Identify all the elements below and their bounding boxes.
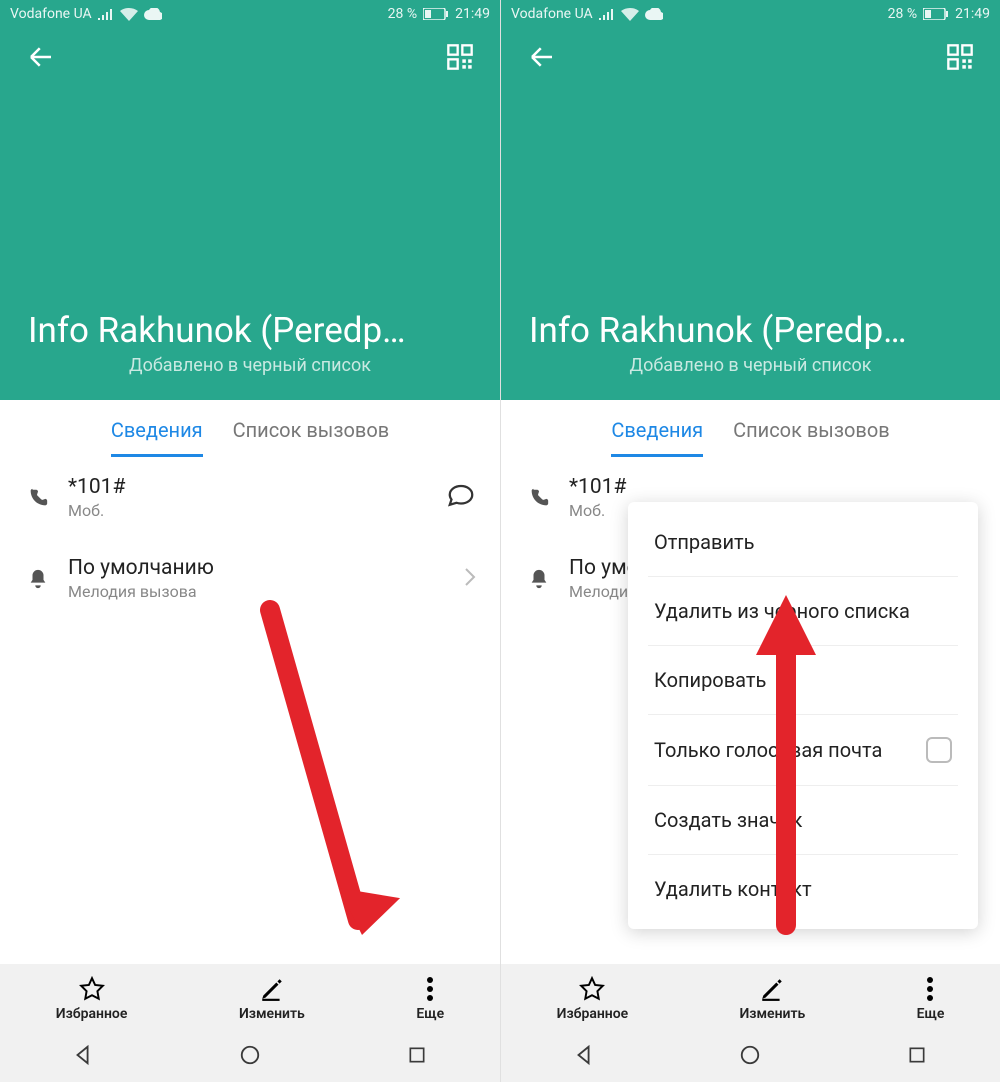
tab-bar: Сведения Список вызовов xyxy=(0,400,500,457)
phone-row[interactable]: *101# Моб. xyxy=(0,457,500,538)
tab-call-log[interactable]: Список вызовов xyxy=(233,418,390,457)
nav-back-icon[interactable] xyxy=(69,1041,97,1069)
contact-header: Info Rakhunok (Peredp… Добавлено в черны… xyxy=(0,28,500,400)
wifi-icon xyxy=(120,8,138,21)
blacklist-subtitle: Добавлено в черный список xyxy=(529,355,972,376)
bottom-action-bar: Избранное Изменить Еще xyxy=(501,964,1000,1028)
back-icon[interactable] xyxy=(26,42,56,76)
favorite-button[interactable]: Избранное xyxy=(56,976,128,1022)
popup-send-label: Отправить xyxy=(654,530,755,554)
clock: 21:49 xyxy=(455,6,490,22)
signal-icon xyxy=(98,8,114,20)
android-nav-bar xyxy=(0,1028,500,1082)
popup-copy-label: Копировать xyxy=(654,668,766,692)
nav-back-icon[interactable] xyxy=(570,1041,598,1069)
pencil-icon xyxy=(759,976,785,1002)
ringtone-sub: Мелодия вызова xyxy=(68,582,448,601)
tab-details[interactable]: Сведения xyxy=(611,418,703,457)
message-icon[interactable] xyxy=(446,481,476,515)
nav-home-icon[interactable] xyxy=(236,1041,264,1069)
more-label: Еще xyxy=(917,1006,945,1022)
android-nav-bar xyxy=(501,1028,1000,1082)
popup-remove-blacklist[interactable]: Удалить из черного списка xyxy=(628,577,978,645)
voicemail-checkbox[interactable] xyxy=(926,737,952,763)
nav-home-icon[interactable] xyxy=(736,1041,764,1069)
battery-icon xyxy=(423,8,449,20)
phone-icon xyxy=(525,487,553,509)
details-content: *101# Моб. По умолчанию Мелодия вызова xyxy=(0,457,500,964)
qr-icon[interactable] xyxy=(946,43,974,75)
favorite-label: Избранное xyxy=(557,1006,629,1022)
popup-voicemail-only[interactable]: Только голосовая почта xyxy=(628,715,978,785)
nav-recent-icon[interactable] xyxy=(403,1041,431,1069)
bell-icon xyxy=(24,568,52,590)
blacklist-subtitle: Добавлено в черный список xyxy=(28,355,472,376)
status-bar: Vodafone UA 28 % 21:49 xyxy=(0,0,500,28)
popup-create-shortcut-label: Создать значок xyxy=(654,808,802,832)
carrier-label: Vodafone UA xyxy=(10,6,92,22)
tab-bar: Сведения Список вызовов xyxy=(501,400,1000,457)
battery-pct: 28 % xyxy=(388,6,417,22)
battery-pct: 28 % xyxy=(888,6,917,22)
clock: 21:49 xyxy=(955,6,990,22)
qr-icon[interactable] xyxy=(446,43,474,75)
signal-icon xyxy=(599,8,615,20)
nav-recent-icon[interactable] xyxy=(903,1041,931,1069)
popup-voicemail-label: Только голосовая почта xyxy=(654,738,882,762)
more-popup-menu: Отправить Удалить из черного списка Копи… xyxy=(628,502,978,929)
favorite-button[interactable]: Избранное xyxy=(557,976,629,1022)
favorite-label: Избранное xyxy=(56,1006,128,1022)
phone-screen-right: Vodafone UA 28 % 21:49 xyxy=(500,0,1000,1082)
popup-remove-blacklist-label: Удалить из черного списка xyxy=(654,599,910,623)
phone-number: *101# xyxy=(68,475,430,499)
wifi-icon xyxy=(621,8,639,21)
phone-type: Моб. xyxy=(68,501,430,520)
cloud-icon xyxy=(144,8,162,20)
status-bar: Vodafone UA 28 % 21:49 xyxy=(501,0,1000,28)
more-label: Еще xyxy=(416,1006,444,1022)
popup-send[interactable]: Отправить xyxy=(628,508,978,576)
tab-details[interactable]: Сведения xyxy=(111,418,203,457)
more-vertical-icon xyxy=(426,976,434,1002)
carrier-label: Vodafone UA xyxy=(511,6,593,22)
cloud-icon xyxy=(645,8,663,20)
star-icon xyxy=(579,976,605,1002)
edit-button[interactable]: Изменить xyxy=(239,976,305,1022)
bottom-action-bar: Избранное Изменить Еще xyxy=(0,964,500,1028)
more-vertical-icon xyxy=(926,976,934,1002)
contact-name: Info Rakhunok (Peredp… xyxy=(529,310,972,351)
more-button[interactable]: Еще xyxy=(917,976,945,1022)
phone-icon xyxy=(24,487,52,509)
phone-screen-left: Vodafone UA 28 % 21:49 xyxy=(0,0,500,1082)
edit-label: Изменить xyxy=(739,1006,805,1022)
chevron-right-icon xyxy=(464,567,476,591)
contact-header: Info Rakhunok (Peredp… Добавлено в черны… xyxy=(501,28,1000,400)
popup-create-shortcut[interactable]: Создать значок xyxy=(628,786,978,854)
battery-icon xyxy=(923,8,949,20)
contact-name: Info Rakhunok (Peredp… xyxy=(28,310,472,351)
ringtone-row[interactable]: По умолчанию Мелодия вызова xyxy=(0,538,500,619)
popup-delete-contact[interactable]: Удалить контакт xyxy=(628,855,978,923)
more-button[interactable]: Еще xyxy=(416,976,444,1022)
star-icon xyxy=(79,976,105,1002)
popup-copy[interactable]: Копировать xyxy=(628,646,978,714)
phone-number: *101# xyxy=(569,475,976,499)
tab-call-log[interactable]: Список вызовов xyxy=(733,418,890,457)
back-icon[interactable] xyxy=(527,42,557,76)
edit-label: Изменить xyxy=(239,1006,305,1022)
pencil-icon xyxy=(259,976,285,1002)
ringtone-title: По умолчанию xyxy=(68,556,448,580)
bell-icon xyxy=(525,568,553,590)
edit-button[interactable]: Изменить xyxy=(739,976,805,1022)
popup-delete-contact-label: Удалить контакт xyxy=(654,877,812,901)
